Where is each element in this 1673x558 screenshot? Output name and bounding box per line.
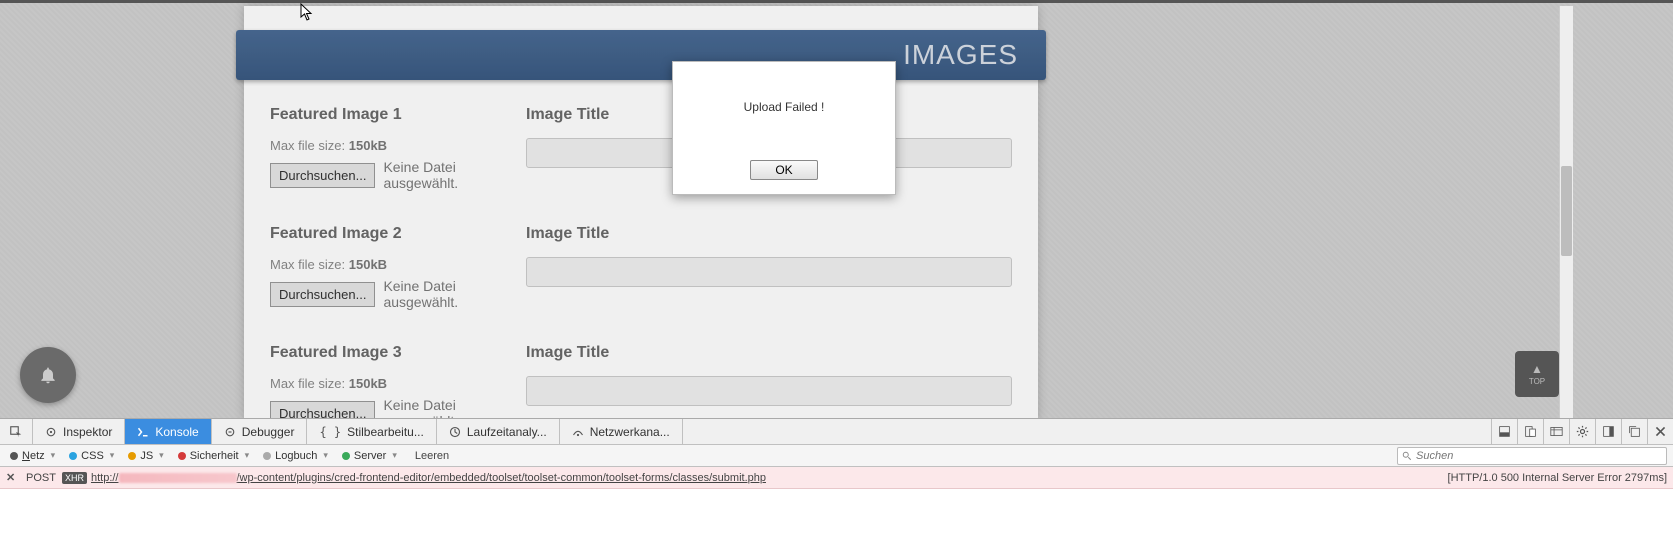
devtools-close-button[interactable]: [1647, 419, 1673, 444]
search-icon: [1402, 451, 1412, 461]
file-status: Keine Datei ausgewählt.: [383, 278, 510, 310]
dialog-message: Upload Failed !: [673, 62, 895, 160]
banner-title: IMAGES: [903, 39, 1018, 71]
console-body[interactable]: [0, 489, 1673, 558]
upload-form: Featured Image 1 Max file size: 150kB Du…: [270, 106, 1012, 420]
tab-debugger[interactable]: Debugger: [212, 419, 308, 444]
responsive-mode-button[interactable]: [1517, 419, 1543, 444]
tab-console[interactable]: Konsole: [125, 419, 211, 444]
network-icon: [572, 426, 584, 438]
field-label: Featured Image 2: [270, 225, 510, 243]
redacted-host: [119, 473, 237, 483]
frames-button[interactable]: [1543, 419, 1569, 444]
image-title-input[interactable]: [526, 257, 1012, 287]
console-filter-bar: Netz▾ CSS▾ JS▾ Sicherheit▾ Logbuch▾ Serv…: [0, 445, 1673, 467]
filter-server[interactable]: Server▾: [338, 448, 403, 464]
clear-console-button[interactable]: Leeren: [407, 450, 457, 462]
http-method: POST: [26, 472, 56, 484]
filter-log[interactable]: Logbuch▾: [259, 448, 334, 464]
debugger-icon: [224, 426, 236, 438]
settings-button[interactable]: [1569, 419, 1595, 444]
http-status: [HTTP/1.0 500 Internal Server Error 2797…: [1448, 472, 1667, 484]
page-content-card: IMAGES Featured Image 1 Max file size: 1…: [244, 6, 1038, 420]
element-picker-button[interactable]: [0, 419, 33, 444]
max-size-label: Max file size: 150kB: [270, 376, 510, 391]
image-row: Featured Image 3 Max file size: 150kB Du…: [270, 344, 1012, 429]
xhr-badge: XHR: [62, 472, 87, 484]
title-label: Image Title: [526, 225, 1012, 243]
clock-icon: [449, 426, 461, 438]
devtools-tabs: Inspektor Konsole Debugger { } Stilbearb…: [0, 419, 1673, 445]
braces-icon: { }: [319, 425, 341, 439]
tab-performance[interactable]: Laufzeitanaly...: [437, 419, 560, 444]
notification-bell-button[interactable]: [20, 347, 76, 403]
cursor-icon: [300, 3, 314, 21]
chevron-down-icon: ▾: [390, 450, 399, 461]
close-icon: [1654, 425, 1667, 438]
filter-security[interactable]: Sicherheit▾: [174, 448, 255, 464]
tab-style-editor[interactable]: { } Stilbearbeitu...: [307, 419, 436, 444]
file-status: Keine Datei ausgewählt.: [383, 159, 510, 191]
ok-button[interactable]: OK: [750, 160, 818, 180]
devtools-panel: Inspektor Konsole Debugger { } Stilbearb…: [0, 418, 1673, 558]
field-label: Featured Image 3: [270, 344, 510, 362]
tab-inspector[interactable]: Inspektor: [33, 419, 125, 444]
page-banner: IMAGES: [236, 30, 1046, 80]
chevron-up-icon: ▲: [1531, 363, 1543, 375]
dock-side-button[interactable]: [1595, 419, 1621, 444]
browser-viewport: IMAGES Featured Image 1 Max file size: 1…: [0, 0, 1673, 418]
browse-button[interactable]: Durchsuchen...: [270, 282, 375, 307]
dismiss-log-button[interactable]: ✕: [6, 471, 18, 484]
back-to-top-button[interactable]: ▲ TOP: [1515, 351, 1559, 397]
field-label: Featured Image 1: [270, 106, 510, 124]
chevron-down-icon: ▾: [49, 450, 58, 461]
inspector-icon: [45, 426, 57, 438]
bell-icon: [38, 365, 58, 385]
alert-dialog: Upload Failed ! OK: [672, 61, 896, 195]
console-search[interactable]: [1397, 447, 1667, 465]
console-log-row[interactable]: ✕ POST XHR http:///wp-content/plugins/cr…: [0, 467, 1673, 489]
toggle-split-console-button[interactable]: [1491, 419, 1517, 444]
filter-css[interactable]: CSS▾: [65, 448, 120, 464]
request-url[interactable]: http:///wp-content/plugins/cred-frontend…: [91, 472, 766, 484]
back-to-top-label: TOP: [1529, 377, 1545, 386]
max-size-label: Max file size: 150kB: [270, 138, 510, 153]
page-scrollbar[interactable]: [1559, 6, 1573, 420]
image-row: Featured Image 1 Max file size: 150kB Du…: [270, 106, 1012, 191]
dock-popout-button[interactable]: [1621, 419, 1647, 444]
filter-js[interactable]: JS▾: [124, 448, 169, 464]
chevron-down-icon: ▾: [157, 450, 166, 461]
console-icon: [137, 426, 149, 438]
browse-button[interactable]: Durchsuchen...: [270, 163, 375, 188]
chevron-down-icon: ▾: [243, 450, 252, 461]
picker-icon: [10, 426, 22, 438]
chevron-down-icon: ▾: [321, 450, 330, 461]
scrollbar-thumb[interactable]: [1561, 166, 1572, 256]
filter-netz[interactable]: Netz▾: [6, 448, 61, 464]
image-title-input[interactable]: [526, 376, 1012, 406]
console-search-input[interactable]: [1416, 450, 1662, 462]
tab-network[interactable]: Netzwerkana...: [560, 419, 683, 444]
image-row: Featured Image 2 Max file size: 150kB Du…: [270, 225, 1012, 310]
chevron-down-icon: ▾: [108, 450, 117, 461]
max-size-label: Max file size: 150kB: [270, 257, 510, 272]
gear-icon: [1576, 425, 1589, 438]
title-label: Image Title: [526, 344, 1012, 362]
